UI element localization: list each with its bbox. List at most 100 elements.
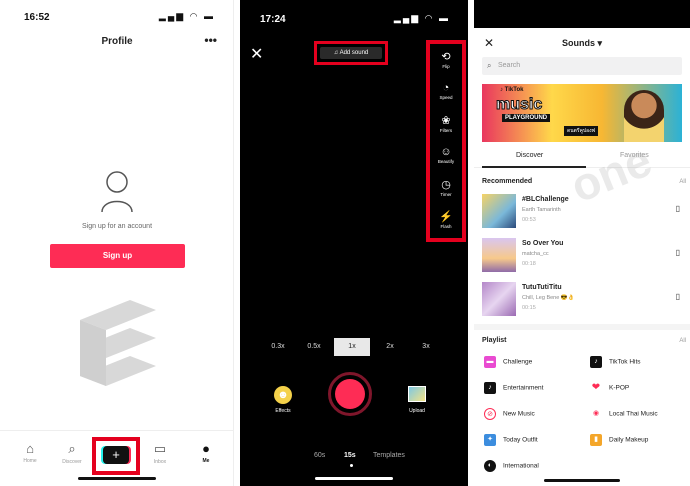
recommended-heading: Recommended	[482, 178, 533, 185]
playlist-new-music[interactable]: ⊘ New Music	[484, 408, 535, 422]
mode-option[interactable]: Templates	[373, 452, 405, 459]
playlist-label: TikTok Hits	[609, 358, 641, 366]
speed-option-selected[interactable]: 1x	[334, 338, 370, 356]
tab-home[interactable]: ⌂ Home	[10, 441, 50, 464]
status-time: 17:24	[260, 14, 286, 25]
banner-tag: ดนตรีคูปองฟ	[564, 126, 599, 136]
record-button[interactable]	[328, 372, 372, 416]
timer-button[interactable]: ◷ Timer	[430, 178, 462, 197]
search-placeholder: Search	[498, 62, 521, 69]
mode-option[interactable]: 60s	[314, 452, 325, 459]
status-bar	[474, 0, 690, 28]
song-title: #BLChallenge	[522, 196, 569, 203]
playlist-entertainment[interactable]: ♪ Entertainment	[484, 382, 543, 396]
banner-subtitle: PLAYGROUND	[502, 114, 551, 122]
challenge-icon: ▬	[484, 356, 496, 368]
song-duration: 00:53	[522, 217, 536, 223]
playlist-label: Today Outfit	[503, 436, 538, 444]
tab-label: Me	[202, 458, 210, 464]
upload-button[interactable]: Upload	[402, 386, 432, 414]
inbox-icon: ▭	[153, 441, 167, 456]
flip-button[interactable]: ⟲ Flip	[430, 50, 462, 69]
beautify-button[interactable]: ☺ Beautify	[430, 146, 462, 164]
status-icons: ▂▄▆ ◠ ▬	[393, 13, 450, 23]
bookmark-icon[interactable]: ▯	[676, 292, 680, 301]
speed-option[interactable]: 0.3x	[260, 338, 296, 356]
tab-me[interactable]: ● Me	[186, 441, 226, 464]
song-title: So Over You	[522, 240, 564, 247]
search-input[interactable]: ⌕ Search	[482, 57, 682, 75]
bookmark-icon[interactable]: ▯	[676, 204, 680, 213]
watermark-logo	[80, 300, 156, 386]
flash-icon: ⚡	[439, 211, 453, 223]
speed-icon: ◔	[442, 82, 450, 94]
tiktok-logo: ♪ TikTok	[500, 87, 524, 93]
song-artist: Chill, Leg Bene 😎👌	[522, 295, 575, 301]
song-duration: 00:18	[522, 261, 536, 267]
song-artist: Earth Tamarinth	[522, 207, 561, 213]
effects-button[interactable]: ☻ Effects	[268, 386, 298, 414]
tool-label: Flip	[442, 64, 450, 69]
mode-option-selected[interactable]: 15s	[344, 452, 356, 459]
tab-label: Inbox	[153, 459, 167, 465]
list-item[interactable]: So Over You matcha_cc 00:18 ▯	[482, 238, 682, 276]
filters-button[interactable]: ❀ Filters	[430, 114, 462, 133]
playlist-label: K-POP	[609, 384, 630, 392]
signup-button[interactable]: Sign up	[50, 244, 185, 268]
album-cover	[482, 194, 516, 228]
playlist-label: Daily Makeup	[609, 436, 649, 444]
song-duration: 00:15	[522, 305, 536, 311]
playlist-today-outfit[interactable]: ✦ Today Outfit	[484, 434, 538, 448]
playlist-label: Challenge	[503, 358, 533, 366]
playlist-challenge[interactable]: ▬ Challenge	[484, 356, 532, 370]
album-cover	[482, 238, 516, 272]
playlist-heading: Playlist	[482, 337, 507, 344]
create-video-button[interactable]: +	[103, 446, 129, 464]
upload-label: Upload	[409, 408, 425, 414]
list-item[interactable]: TutuTutiTitu Chill, Leg Bene 😎👌 00:15 ▯	[482, 282, 682, 320]
playlist-label: Entertainment	[503, 384, 544, 392]
playlist-kpop[interactable]: ❤ K-POP	[590, 382, 629, 396]
target-icon: ◉	[590, 408, 602, 420]
add-sound-button[interactable]: ♫ Add sound	[320, 47, 382, 59]
page-title: Profile	[101, 36, 133, 47]
playlist-daily-makeup[interactable]: ▮ Daily Makeup	[590, 434, 648, 448]
speed-button[interactable]: ◔ Speed	[430, 82, 462, 100]
list-item[interactable]: #BLChallenge Earth Tamarinth 00:53 ▯	[482, 194, 682, 232]
playlist-label: International	[503, 462, 539, 470]
tab-discover[interactable]: Discover	[516, 152, 543, 159]
playlist-label: Local Thai Music	[609, 410, 658, 418]
record-dot	[335, 379, 365, 409]
person-icon: ●	[202, 441, 210, 456]
sounds-screen: ✕ Sounds ▾ ⌕ Search ♪ TikTok music PLAYG…	[474, 0, 690, 486]
bookmark-icon[interactable]: ▯	[676, 248, 680, 257]
camera-screen: 17:24 ▂▄▆ ◠ ▬ ✕ ♫ Add sound ⟲ Flip ◔ Spe…	[240, 0, 468, 486]
profile-screen: 16:52 ▂▄▆ ◠ ▬ Profile ••• Sign up for an…	[0, 0, 234, 486]
promo-banner[interactable]: ♪ TikTok music PLAYGROUND ดนตรีคูปองฟ	[482, 84, 682, 142]
see-all-link[interactable]: All	[679, 338, 686, 344]
speed-option[interactable]: 3x	[408, 338, 444, 356]
playlist-local-thai-music[interactable]: ◉ Local Thai Music	[590, 408, 658, 422]
banner-title: music	[495, 96, 543, 114]
tool-label: Filters	[439, 128, 453, 133]
effects-icon: ☻	[274, 386, 292, 404]
tab-discover[interactable]: ⌕ Discover	[52, 441, 92, 465]
camera-tools-panel: ⟲ Flip ◔ Speed ❀ Filters ☺ Beautify ◷ Ti…	[426, 40, 466, 242]
playlist-tiktok-hits[interactable]: ♪ TikTok Hits	[590, 356, 641, 370]
gallery-icon	[408, 386, 426, 402]
effects-label: Effects	[275, 408, 291, 414]
flash-button[interactable]: ⚡ Flash	[430, 210, 462, 229]
flip-icon: ⟲	[441, 51, 451, 63]
search-icon: ⌕	[68, 441, 76, 456]
close-icon[interactable]: ✕	[250, 44, 263, 64]
tab-inbox[interactable]: ▭ Inbox	[140, 441, 180, 465]
speed-option[interactable]: 2x	[372, 338, 408, 356]
playlist-international[interactable]: ◐ International	[484, 460, 539, 474]
speed-option[interactable]: 0.5x	[296, 338, 332, 356]
page-title[interactable]: Sounds ▾	[474, 38, 690, 49]
tab-label: Home	[23, 458, 37, 464]
see-all-link[interactable]: All	[679, 179, 686, 185]
more-options-icon[interactable]: •••	[204, 33, 217, 47]
album-cover	[482, 282, 516, 316]
signup-prompt: Sign up for an account	[81, 223, 153, 230]
